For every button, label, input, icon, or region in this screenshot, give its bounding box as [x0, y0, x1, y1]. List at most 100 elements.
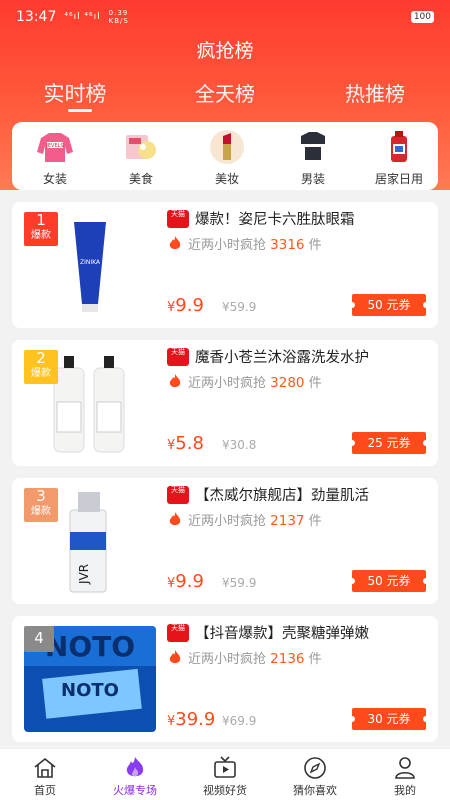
category-label: 男装: [300, 172, 325, 186]
price-value: 9.9: [175, 295, 204, 316]
rank-tag: 爆款: [31, 506, 51, 517]
svg-text:JEVELS: JEVELS: [45, 143, 63, 149]
tab-hotpush[interactable]: 热推榜: [300, 78, 450, 108]
hot-sales: 近两小时疯抢 3280 件: [188, 372, 322, 391]
rank-tag: 爆款: [31, 368, 51, 379]
fire-icon: [169, 512, 181, 525]
net-speed: 0.39 KB/S: [108, 9, 129, 25]
original-price: ¥69.9: [222, 714, 257, 728]
hot-prefix: 近两小时疯抢: [188, 238, 267, 253]
rank-number: 3: [36, 487, 46, 505]
rank-number: 1: [36, 211, 46, 229]
original-price: ¥59.9: [222, 576, 257, 590]
category-home[interactable]: 居家日用: [356, 122, 438, 190]
product-card[interactable]: ZINIKA 1 爆款 天猫 爆款！姿尼卡六胜肽眼霜 近两小时疯抢 3316 件…: [12, 202, 438, 328]
original-price: ¥59.9: [222, 300, 257, 314]
svg-text:JVR: JVR: [77, 564, 91, 585]
coupon-button[interactable]: 30 元券: [349, 708, 429, 730]
fire-icon: [169, 650, 181, 663]
hot-count: 3316: [270, 237, 305, 253]
tab-bar: 实时榜 全天榜 热推榜: [0, 78, 450, 108]
category-food[interactable]: 美食: [98, 122, 184, 190]
product-title[interactable]: 爆款！姿尼卡六胜肽眼霜: [195, 208, 435, 229]
price: ¥9.9: [167, 295, 204, 316]
product-title[interactable]: 【杰威尔旗舰店】劲量肌活: [195, 484, 435, 505]
product-title[interactable]: 【抖音爆款】壳聚糖弹弹嫩: [195, 622, 435, 643]
tmall-badge: 天猫: [167, 348, 189, 366]
rank-number: 2: [36, 349, 46, 367]
category-women[interactable]: JEVELS 女装: [12, 122, 98, 190]
nav-label: 猜你喜欢: [293, 784, 337, 797]
battery-icon: 100: [410, 11, 434, 23]
category-label: 美食: [128, 172, 153, 186]
compass-icon: [304, 757, 326, 779]
hot-prefix: 近两小时疯抢: [188, 376, 267, 391]
fire-icon: [169, 236, 181, 249]
hot-prefix: 近两小时疯抢: [188, 652, 267, 667]
coupon-button[interactable]: 50 元券: [349, 570, 429, 592]
detergent-icon: [379, 130, 419, 164]
status-bar: 13:47 ⁴⁶ıl ⁴⁶ıl 0.39 KB/S 100: [16, 6, 434, 28]
nav-mine[interactable]: 我的: [360, 749, 450, 800]
page-title: 疯抢榜: [196, 40, 254, 62]
nav-label: 我的: [394, 784, 416, 797]
category-label: 美妆: [214, 172, 239, 186]
category-beauty[interactable]: 美妆: [184, 122, 270, 190]
price: ¥9.9: [167, 571, 204, 592]
hot-count: 3280: [270, 375, 305, 391]
hot-sales: 近两小时疯抢 2137 件: [188, 510, 322, 529]
product-title[interactable]: 魔香小苍兰沐浴露洗发水护: [195, 346, 435, 367]
hot-unit: 件: [308, 514, 322, 529]
category-bar: JEVELS 女装 美食 美妆 男装 居家日用: [12, 122, 438, 190]
svg-text:ZINIKA: ZINIKA: [80, 259, 101, 266]
product-card[interactable]: JVR 3 爆款 天猫 【杰威尔旗舰店】劲量肌活 近两小时疯抢 2137 件 ¥…: [12, 478, 438, 604]
nav-home[interactable]: 首页: [0, 749, 90, 800]
nav-hot[interactable]: 火爆专场: [90, 749, 180, 800]
nav-label: 首页: [34, 784, 56, 797]
hot-unit: 件: [308, 652, 322, 667]
coupon-button[interactable]: 25 元券: [349, 432, 429, 454]
status-time: 13:47: [16, 9, 57, 25]
hot-unit: 件: [308, 238, 322, 253]
product-card[interactable]: 2 爆款 天猫 魔香小苍兰沐浴露洗发水护 近两小时疯抢 3280 件 ¥5.8 …: [12, 340, 438, 466]
hot-sales: 近两小时疯抢 2136 件: [188, 648, 322, 667]
home-icon: [34, 757, 56, 778]
rank-badge: 4: [24, 626, 54, 652]
lipstick-icon: [207, 130, 247, 164]
svg-text:NOTO: NOTO: [45, 630, 135, 663]
hot-count: 2137: [270, 513, 305, 529]
bottom-nav: 首页 火爆专场 视频好货 猜你喜欢 我的: [0, 748, 450, 800]
nav-label: 视频好货: [203, 784, 247, 797]
nav-guess[interactable]: 猜你喜欢: [270, 749, 360, 800]
tmall-badge: 天猫: [167, 486, 189, 504]
tmall-badge: 天猫: [167, 624, 189, 642]
tmall-badge: 天猫: [167, 210, 189, 228]
price-value: 39.9: [175, 709, 216, 730]
hot-prefix: 近两小时疯抢: [188, 514, 267, 529]
category-label: 女装: [42, 172, 67, 186]
rank-tag: 爆款: [31, 230, 51, 241]
rank-number: 4: [34, 629, 44, 647]
product-card[interactable]: NOTO NOTO 4 天猫 【抖音爆款】壳聚糖弹弹嫩 近两小时疯抢 2136 件…: [12, 616, 438, 742]
sweater-icon: JEVELS: [35, 130, 75, 164]
price-value: 5.8: [175, 433, 204, 454]
price: ¥5.8: [167, 433, 204, 454]
hot-count: 2136: [270, 651, 305, 667]
rank-badge: 3 爆款: [24, 488, 58, 522]
rank-badge: 1 爆款: [24, 212, 58, 246]
tab-realtime[interactable]: 实时榜: [0, 78, 150, 108]
tab-underline: [68, 109, 92, 112]
hot-unit: 件: [308, 376, 322, 391]
nav-video[interactable]: 视频好货: [180, 749, 270, 800]
price: ¥39.9: [167, 709, 215, 730]
tab-allday[interactable]: 全天榜: [150, 78, 300, 108]
category-men[interactable]: 男装: [270, 122, 356, 190]
category-label: 居家日用: [374, 172, 423, 186]
coupon-button[interactable]: 50 元券: [349, 294, 429, 316]
nav-label: 火爆专场: [113, 784, 157, 797]
tv-icon: [214, 756, 236, 778]
price-value: 9.9: [175, 571, 204, 592]
person-icon: [395, 757, 415, 779]
signal-icon: ⁴⁶ıl ⁴⁶ıl: [64, 12, 101, 22]
fire-icon: [169, 374, 181, 387]
